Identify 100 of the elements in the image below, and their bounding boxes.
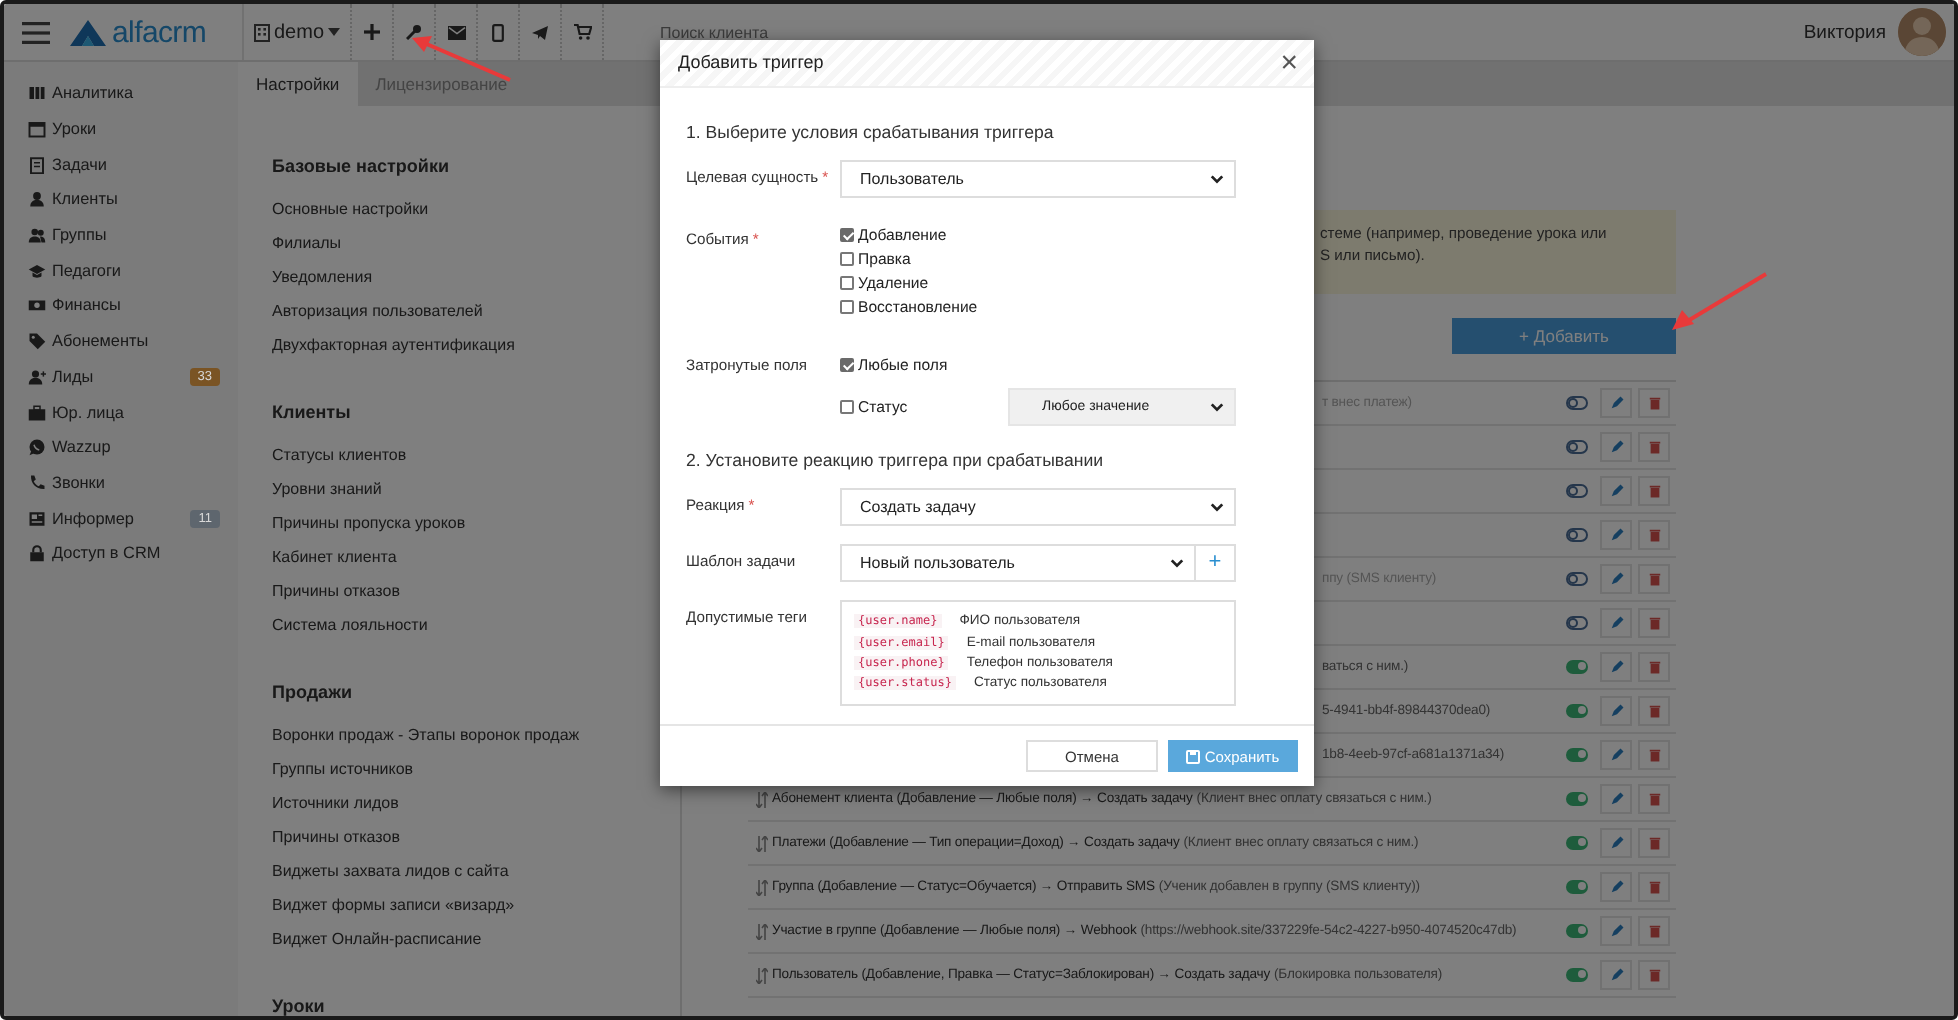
entity-select[interactable]: Пользователь	[840, 159, 1236, 198]
delete-button[interactable]	[1638, 476, 1670, 506]
drag-handle-icon[interactable]	[756, 835, 768, 851]
toggle-switch[interactable]	[1566, 968, 1588, 982]
toggle-switch[interactable]	[1566, 572, 1588, 586]
edit-button[interactable]	[1600, 564, 1632, 594]
delete-button[interactable]	[1638, 828, 1670, 858]
branch-dropdown[interactable]: demo	[242, 4, 353, 60]
edit-button[interactable]	[1600, 740, 1632, 770]
checkbox[interactable]	[840, 252, 854, 267]
edit-button[interactable]	[1600, 828, 1632, 858]
sidebar-item[interactable]: Финансы	[4, 288, 238, 324]
drag-handle-icon[interactable]	[756, 967, 768, 983]
user-name[interactable]: Виктория	[1803, 21, 1886, 43]
settings-link[interactable]: Источники лидов	[272, 786, 680, 820]
drag-handle-icon[interactable]	[756, 791, 768, 807]
reaction-select[interactable]: Создать задачу	[840, 487, 1236, 526]
cart-icon[interactable]	[573, 24, 592, 40]
edit-button[interactable]	[1600, 652, 1632, 682]
delete-button[interactable]	[1638, 916, 1670, 946]
toggle-switch[interactable]	[1566, 704, 1588, 718]
avatar[interactable]	[1898, 8, 1946, 56]
trash-icon	[1647, 748, 1661, 762]
paper-plane-icon[interactable]	[532, 25, 549, 39]
delete-button[interactable]	[1638, 608, 1670, 638]
settings-link[interactable]: Причины отказов	[272, 820, 680, 854]
checkbox[interactable]	[840, 228, 854, 243]
toggle-switch[interactable]	[1566, 616, 1588, 630]
sidebar-item[interactable]: Звонки	[4, 465, 238, 501]
annotation-arrow	[1670, 270, 1770, 334]
edit-button[interactable]	[1600, 872, 1632, 902]
trash-icon	[1647, 968, 1661, 982]
edit-button[interactable]	[1600, 432, 1632, 462]
delete-button[interactable]	[1638, 520, 1670, 550]
delete-button[interactable]	[1638, 388, 1670, 418]
checkbox[interactable]	[840, 276, 854, 291]
checkbox[interactable]	[840, 300, 854, 315]
toggle-switch[interactable]	[1566, 880, 1588, 894]
delete-button[interactable]	[1638, 960, 1670, 990]
toggle-switch[interactable]	[1566, 528, 1588, 542]
edit-button[interactable]	[1600, 696, 1632, 726]
delete-button[interactable]	[1638, 696, 1670, 726]
toggle-switch[interactable]	[1566, 924, 1588, 938]
money-icon	[28, 296, 46, 315]
menu-icon[interactable]	[22, 21, 50, 43]
toggle-switch[interactable]	[1566, 440, 1588, 454]
edit-button[interactable]	[1600, 784, 1632, 814]
toggle-switch[interactable]	[1566, 660, 1588, 674]
toggle-switch[interactable]	[1566, 836, 1588, 850]
checkbox[interactable]	[840, 399, 854, 414]
sidebar-item[interactable]: Аналитика	[4, 76, 238, 112]
pencil-icon	[1609, 660, 1623, 674]
edit-button[interactable]	[1600, 388, 1632, 418]
lock-icon	[28, 544, 46, 563]
settings-link[interactable]: Виджет формы записи «визард»	[272, 888, 680, 922]
template-select[interactable]: Новый пользователь	[840, 543, 1196, 582]
dialog-title: Добавить триггер	[678, 52, 824, 73]
toggle-switch[interactable]	[1566, 748, 1588, 762]
sidebar-item[interactable]: Wazzup	[4, 429, 238, 466]
delete-button[interactable]	[1638, 432, 1670, 462]
delete-button[interactable]	[1638, 652, 1670, 682]
trash-icon	[1647, 528, 1661, 542]
users-icon	[28, 226, 46, 245]
envelope-icon[interactable]	[447, 25, 466, 39]
delete-button[interactable]	[1638, 872, 1670, 902]
trash-icon	[1647, 616, 1661, 630]
wrench-icon[interactable]	[406, 24, 423, 40]
sidebar-item[interactable]: Юр. лица	[4, 394, 238, 430]
settings-link[interactable]: Виджеты захвата лидов с сайта	[272, 854, 680, 888]
mobile-phone-icon[interactable]	[492, 23, 505, 41]
sidebar-item[interactable]: Уроки	[4, 111, 238, 147]
sidebar-item[interactable]: Клиенты	[4, 182, 238, 218]
drag-handle-icon[interactable]	[756, 923, 768, 939]
edit-button[interactable]	[1600, 520, 1632, 550]
toggle-switch[interactable]	[1566, 792, 1588, 806]
section-heading: Клиенты	[272, 400, 353, 426]
trash-icon	[1647, 704, 1661, 718]
sidebar-item[interactable]: Задачи	[4, 146, 238, 183]
settings-link[interactable]: Виджет Онлайн-расписание	[272, 922, 680, 956]
search-field[interactable]: Поиск клиента	[656, 21, 905, 43]
sidebar-item[interactable]: Доступ в CRM	[4, 535, 238, 572]
sidebar-item[interactable]: Педагоги	[4, 252, 238, 289]
sidebar-item[interactable]: Абонементы	[4, 323, 238, 359]
edit-button[interactable]	[1600, 960, 1632, 990]
add-template-button[interactable]: +	[1196, 543, 1236, 582]
sidebar-item[interactable]: Группы	[4, 217, 238, 253]
delete-button[interactable]	[1638, 740, 1670, 770]
toggle-switch[interactable]	[1566, 484, 1588, 498]
delete-button[interactable]	[1638, 564, 1670, 594]
toggle-switch[interactable]	[1566, 396, 1588, 410]
close-button[interactable]: ×	[1280, 47, 1298, 78]
delete-button[interactable]	[1638, 784, 1670, 814]
edit-button[interactable]	[1600, 608, 1632, 638]
plus-icon[interactable]	[364, 24, 381, 40]
tab[interactable]: Настройки	[238, 62, 358, 106]
drag-handle-icon[interactable]	[756, 879, 768, 895]
edit-button[interactable]	[1600, 916, 1632, 946]
checkbox[interactable]	[840, 358, 854, 373]
edit-button[interactable]	[1600, 476, 1632, 506]
pencil-icon	[1609, 484, 1623, 498]
